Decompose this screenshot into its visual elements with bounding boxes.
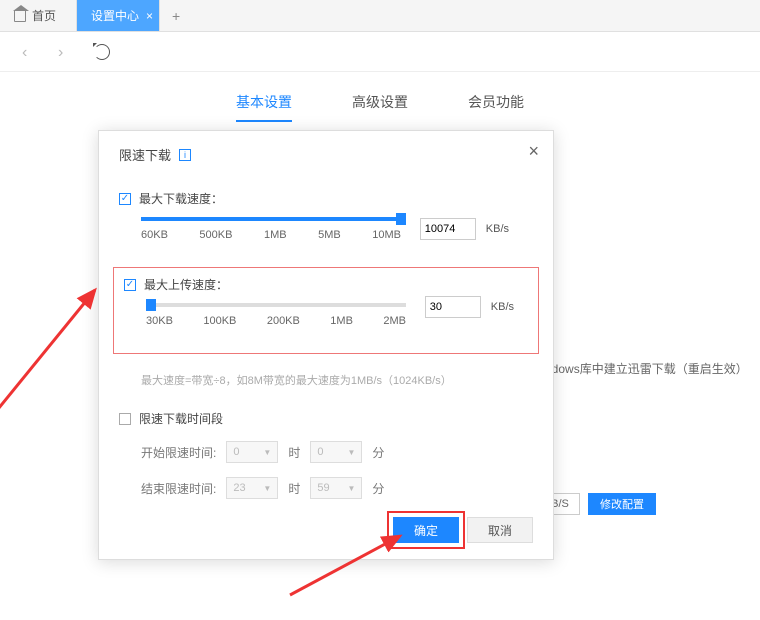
tab-settings[interactable]: 设置中心 × <box>77 0 160 31</box>
tab-basic[interactable]: 基本设置 <box>236 92 292 122</box>
schedule-label: 限速下载时间段 <box>139 410 223 427</box>
upload-label: 最大上传速度： <box>144 276 228 293</box>
nav-toolbar: ‹ › <box>0 32 760 72</box>
new-tab-button[interactable]: + <box>160 0 192 31</box>
dialog-close-button[interactable]: × <box>528 141 539 162</box>
chevron-down-icon: ▼ <box>263 448 271 457</box>
dialog-title: 限速下载 i <box>119 145 533 164</box>
download-section: ✓ 最大下载速度： 60KB 500KB 1MB 5MB 10MB KB/s <box>119 190 533 241</box>
upload-section: ✓ 最大上传速度： 30KB 100KB 200KB 1MB 2MB KB/s <box>113 267 539 354</box>
download-slider[interactable]: 60KB 500KB 1MB 5MB 10MB <box>141 217 401 241</box>
cancel-button[interactable]: 取消 <box>467 517 533 543</box>
end-min-select[interactable]: 59▼ <box>310 477 362 499</box>
download-label: 最大下载速度： <box>139 190 223 207</box>
end-time-label: 结束限速时间: <box>141 480 216 497</box>
info-icon[interactable]: i <box>179 149 191 161</box>
chevron-down-icon: ▼ <box>347 484 355 493</box>
start-min-select[interactable]: 0▼ <box>310 441 362 463</box>
tab-vip[interactable]: 会员功能 <box>468 92 524 122</box>
home-icon <box>14 10 26 22</box>
download-checkbox[interactable]: ✓ <box>119 193 131 205</box>
chevron-down-icon: ▼ <box>263 484 271 493</box>
chevron-down-icon: ▼ <box>347 448 355 457</box>
settings-tabs: 基本设置 高级设置 会员功能 <box>0 72 760 122</box>
end-hour-select[interactable]: 23▼ <box>226 477 278 499</box>
tab-settings-label: 设置中心 <box>91 7 139 24</box>
upload-slider[interactable]: 30KB 100KB 200KB 1MB 2MB <box>146 303 406 327</box>
dialog-title-text: 限速下载 <box>119 145 171 164</box>
modify-config-button[interactable]: 修改配置 <box>588 493 656 515</box>
reload-button[interactable] <box>94 44 110 60</box>
start-time-label: 开始限速时间: <box>141 444 216 461</box>
schedule-checkbox[interactable]: ✓ <box>119 413 131 425</box>
upload-value-input[interactable] <box>425 296 481 318</box>
browser-tabbar: 首页 设置中心 × + <box>0 0 760 32</box>
tab-home[interactable]: 首页 <box>0 0 77 31</box>
download-value-input[interactable] <box>420 218 476 240</box>
tab-home-label: 首页 <box>32 7 56 24</box>
upload-unit: KB/s <box>491 301 514 313</box>
bg-option-label: ndows库中建立迅雷下载（重启生效） <box>545 360 748 377</box>
tab-advanced[interactable]: 高级设置 <box>352 92 408 122</box>
speed-hint: 最大速度=带宽÷8，如8M带宽的最大速度为1MB/s（1024KB/s） <box>141 372 533 388</box>
forward-button[interactable]: › <box>58 44 74 60</box>
upload-checkbox[interactable]: ✓ <box>124 279 136 291</box>
schedule-section: ✓ 限速下载时间段 开始限速时间: 0▼ 时 0▼ 分 结束限速时间: 23▼ … <box>119 410 533 499</box>
back-button[interactable]: ‹ <box>22 44 38 60</box>
speed-limit-dialog: 限速下载 i × ✓ 最大下载速度： 60KB 500KB 1MB 5MB 10… <box>98 130 554 560</box>
close-icon[interactable]: × <box>146 9 153 23</box>
start-hour-select[interactable]: 0▼ <box>226 441 278 463</box>
download-unit: KB/s <box>486 223 509 235</box>
